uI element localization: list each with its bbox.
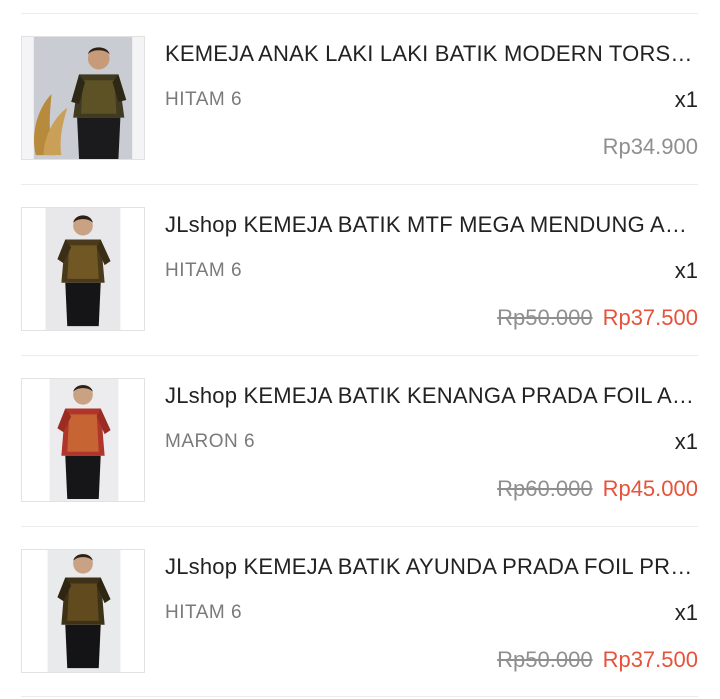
divider: [21, 13, 698, 14]
discounted-price: Rp45.000: [602, 476, 698, 501]
product-name: KEMEJA ANAK LAKI LAKI BATIK MODERN TORSO…: [165, 41, 698, 66]
product-thumbnail[interactable]: [21, 378, 145, 502]
product-variant: HITAM 6: [165, 260, 243, 281]
order-item[interactable]: JLshop KEMEJA BATIK AYUNDA PRADA FOIL PR…: [0, 549, 720, 699]
divider: [21, 355, 698, 356]
product-thumbnail[interactable]: [21, 207, 145, 331]
discounted-price: Rp37.500: [602, 305, 698, 330]
product-name: JLshop KEMEJA BATIK AYUNDA PRADA FOIL PR…: [165, 554, 698, 579]
original-price: Rp50.000: [497, 647, 593, 672]
product-photo-boy-batik-brown: [22, 208, 144, 330]
price-group: Rp34.900: [603, 133, 698, 161]
product-price: Rp34.900: [602, 134, 698, 159]
product-photo-boy-batik-dark: [22, 550, 144, 672]
order-item[interactable]: JLshop KEMEJA BATIK KENANGA PRADA FOIL A…: [0, 378, 720, 528]
order-item[interactable]: KEMEJA ANAK LAKI LAKI BATIK MODERN TORSO…: [0, 36, 720, 186]
divider: [21, 184, 698, 185]
original-price: Rp50.000: [497, 305, 593, 330]
product-thumbnail[interactable]: [21, 549, 145, 673]
product-variant: HITAM 6: [165, 602, 243, 623]
price-group: Rp50.000 Rp37.500: [497, 646, 698, 674]
order-item-list: KEMEJA ANAK LAKI LAKI BATIK MODERN TORSO…: [0, 0, 720, 698]
order-item[interactable]: JLshop KEMEJA BATIK MTF MEGA MENDUNG ANA…: [0, 207, 720, 357]
product-name: JLshop KEMEJA BATIK MTF MEGA MENDUNG ANA…: [165, 212, 698, 237]
product-quantity: x1: [674, 87, 698, 112]
product-photo-boy-batik-red: [22, 379, 144, 501]
product-photo-boy-batik-black: [22, 37, 144, 159]
product-variant: HITAM 6: [165, 89, 243, 110]
price-group: Rp50.000 Rp37.500: [497, 304, 698, 332]
product-thumbnail[interactable]: [21, 36, 145, 160]
product-quantity: x1: [674, 429, 698, 454]
product-name: JLshop KEMEJA BATIK KENANGA PRADA FOIL A…: [165, 383, 698, 408]
discounted-price: Rp37.500: [602, 647, 698, 672]
product-quantity: x1: [674, 258, 698, 283]
product-variant: MARON 6: [165, 431, 256, 452]
divider: [21, 696, 698, 697]
product-quantity: x1: [674, 600, 698, 625]
original-price: Rp60.000: [497, 476, 593, 501]
price-group: Rp60.000 Rp45.000: [497, 475, 698, 503]
divider: [21, 526, 698, 527]
